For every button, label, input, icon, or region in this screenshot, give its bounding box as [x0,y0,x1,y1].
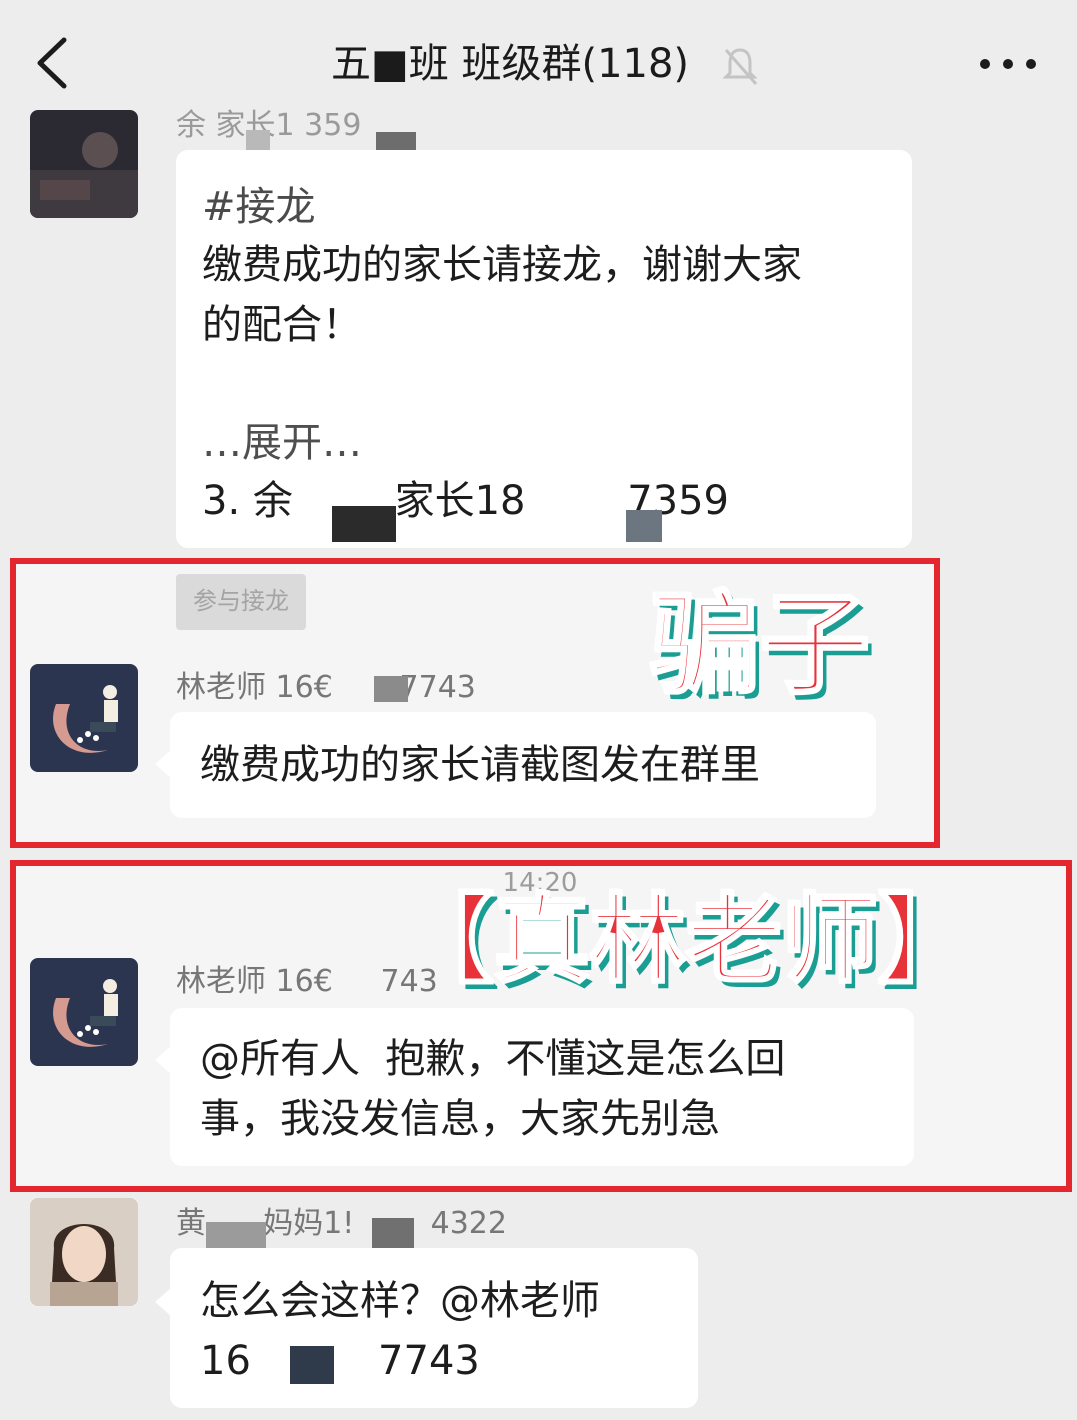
privacy-mask [374,676,408,702]
privacy-mask [372,1218,414,1250]
message-text: 缴费成功的家长请截图发在群里 [200,742,760,788]
message-line: #接龙 [202,184,316,230]
real-teacher-stamp: 【真林老师】 [397,883,976,998]
sender-name: 林老师 16€ 7743 [176,670,476,705]
more-dots-icon[interactable] [975,44,1041,84]
message-line: 16 7743 [200,1338,480,1384]
avatar[interactable] [30,664,138,772]
expand-link[interactable]: …展开… [202,414,362,472]
message-line: 缴费成功的家长请接龙，谢谢大家 [202,242,802,288]
privacy-mask [206,1222,266,1248]
message-line: 的配合！ [202,302,362,348]
message-line: 事，我没发信息，大家先别急 [200,1096,720,1142]
avatar[interactable] [30,1198,138,1306]
avatar[interactable] [30,958,138,1066]
privacy-mask [290,1346,334,1384]
privacy-mask [626,510,662,542]
bell-muted-icon [722,46,758,86]
privacy-mask [332,506,396,542]
message-line: @所有人 抱歉，不懂这是怎么回 [200,1036,786,1082]
message-line: 怎么会这样？@林老师 [200,1278,600,1324]
join-jielong-tag[interactable]: 参与接龙 [176,574,306,630]
avatar[interactable] [30,110,138,218]
chevron-left-icon[interactable] [30,36,74,90]
chat-title: 五■班 班级群(118) [330,41,690,87]
scammer-stamp: 骗子 [649,580,872,711]
